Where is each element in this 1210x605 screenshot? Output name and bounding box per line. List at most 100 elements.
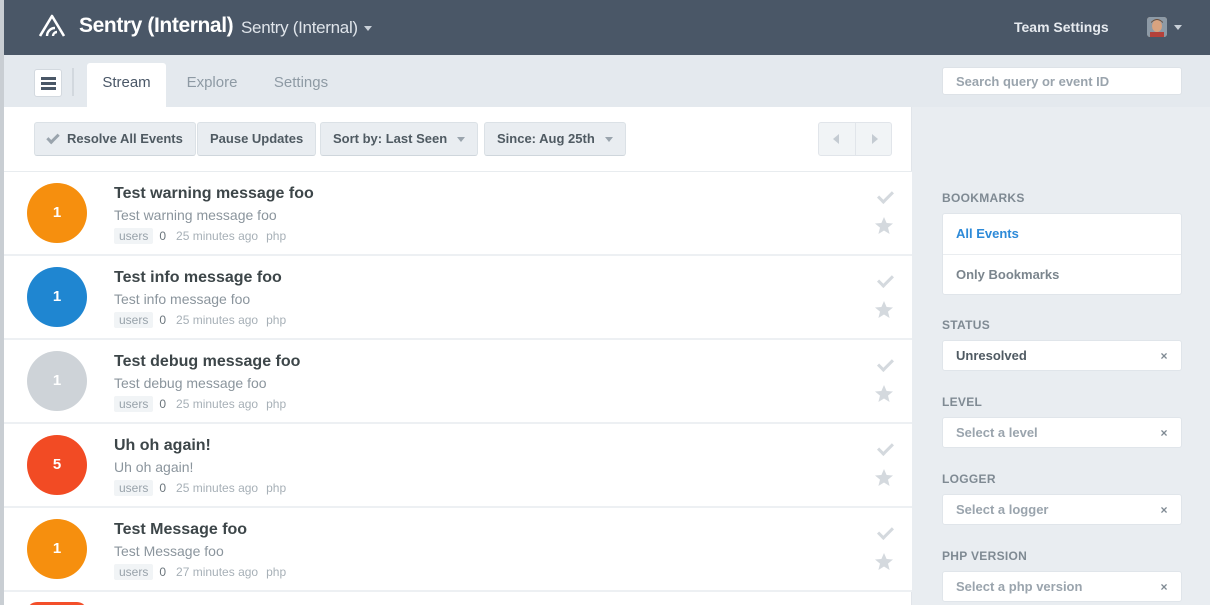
user-menu[interactable]	[1147, 17, 1187, 39]
event-message: Test warning message foo	[114, 207, 277, 223]
event-count-badge[interactable]: 5	[27, 435, 87, 495]
event-title[interactable]: Test debug message foo	[114, 353, 300, 371]
bookmark-star-icon[interactable]	[874, 552, 894, 572]
users-count: 0	[159, 481, 167, 495]
resolve-all-label: Resolve All Events	[67, 131, 183, 146]
checkmark-icon	[46, 130, 60, 145]
php-version-filter[interactable]: Select a php version ×	[942, 571, 1182, 602]
users-label: users	[114, 480, 154, 496]
bookmark-only-bookmarks[interactable]: Only Bookmarks	[943, 255, 1181, 295]
event-message: Test Message foo	[114, 543, 224, 559]
level-heading: LEVEL	[942, 395, 983, 409]
team-settings-link[interactable]: Team Settings	[1014, 19, 1109, 35]
logger-filter[interactable]: Select a logger ×	[942, 494, 1182, 525]
event-meta: users 0 25 minutes ago php	[114, 480, 286, 496]
bookmark-star-icon[interactable]	[874, 468, 894, 488]
hamburger-icon	[41, 82, 56, 85]
search-input[interactable]	[942, 67, 1182, 95]
previous-page-button[interactable]	[819, 123, 855, 155]
event-row[interactable]: 1 Test debug message foo Test debug mess…	[4, 340, 912, 424]
bookmark-star-icon[interactable]	[874, 216, 894, 236]
event-meta: users 0 25 minutes ago php	[114, 396, 286, 412]
org-switcher-label: Sentry (Internal)	[241, 18, 358, 37]
resolve-checkmark-icon[interactable]	[876, 190, 892, 206]
sentry-logo-icon[interactable]	[38, 14, 66, 38]
users-label: users	[114, 228, 154, 244]
status-heading: STATUS	[942, 318, 991, 332]
tab-settings[interactable]: Settings	[260, 63, 342, 107]
event-time: 25 minutes ago	[176, 481, 259, 495]
since-dropdown[interactable]: Since: Aug 25th	[484, 122, 626, 156]
bookmark-star-icon[interactable]	[874, 384, 894, 404]
top-header: Sentry (Internal) Sentry (Internal) Team…	[4, 0, 1210, 55]
logger-filter-placeholder: Select a logger	[956, 502, 1049, 517]
hamburger-icon	[41, 87, 56, 90]
event-time: 27 minutes ago	[176, 565, 259, 579]
clear-php-version-icon[interactable]: ×	[1157, 580, 1171, 594]
users-label: users	[114, 564, 154, 580]
bookmark-star-icon[interactable]	[874, 300, 894, 320]
event-count-badge[interactable]: 1	[27, 267, 87, 327]
php-version-heading: PHP VERSION	[942, 549, 1028, 563]
tab-stream[interactable]: Stream	[87, 63, 166, 107]
event-time: 25 minutes ago	[176, 397, 259, 411]
chevron-down-icon	[1174, 25, 1182, 30]
menu-toggle-button[interactable]	[34, 69, 62, 97]
users-count: 0	[159, 313, 167, 327]
event-count-badge[interactable]: 1	[27, 183, 87, 243]
event-row[interactable]: 5 Uh oh again! Uh oh again! users 0 25 min…	[4, 424, 912, 508]
event-platform: php	[266, 565, 287, 579]
event-row[interactable]: 1 Test Message foo Test Message foo user…	[4, 508, 912, 592]
event-time: 25 minutes ago	[176, 229, 259, 243]
users-count: 0	[159, 565, 167, 579]
chevron-down-icon	[363, 26, 372, 32]
org-switcher[interactable]: Sentry (Internal)	[241, 18, 372, 38]
status-filter-value: Unresolved	[956, 348, 1027, 363]
tab-explore[interactable]: Explore	[176, 63, 248, 107]
clear-level-icon[interactable]: ×	[1157, 426, 1171, 440]
event-message: Test info message foo	[114, 291, 251, 307]
event-title[interactable]: Test Message foo	[114, 521, 247, 539]
php-version-filter-placeholder: Select a php version	[956, 579, 1083, 594]
clear-logger-icon[interactable]: ×	[1157, 503, 1171, 517]
next-page-button[interactable]	[856, 123, 892, 155]
event-count-badge[interactable]: 1	[27, 519, 87, 579]
event-meta: users 0 25 minutes ago php	[114, 312, 286, 328]
sub-navigation: Stream Explore Settings	[4, 55, 912, 107]
resolve-checkmark-icon[interactable]	[876, 358, 892, 374]
event-time: 25 minutes ago	[176, 313, 259, 327]
resolve-checkmark-icon[interactable]	[876, 526, 892, 542]
event-row[interactable]: 1 Test warning message foo Test warning …	[4, 172, 912, 256]
event-meta: users 0 25 minutes ago php	[114, 228, 286, 244]
resolve-checkmark-icon[interactable]	[876, 442, 892, 458]
event-message: Uh oh again!	[114, 459, 194, 475]
resolve-all-button[interactable]: Resolve All Events	[34, 122, 196, 156]
pause-updates-button[interactable]: Pause Updates	[197, 122, 317, 156]
resolve-checkmark-icon[interactable]	[876, 274, 892, 290]
bookmark-all-events[interactable]: All Events	[943, 214, 1181, 254]
arrow-left-icon	[833, 134, 839, 144]
event-count-badge[interactable]: 1	[27, 351, 87, 411]
sort-label: Sort by: Last Seen	[333, 131, 448, 146]
event-platform: php	[266, 481, 287, 495]
hamburger-icon	[41, 77, 56, 80]
chevron-down-icon	[457, 137, 466, 143]
bookmarks-heading: BOOKMARKS	[942, 191, 1025, 205]
clear-status-icon[interactable]: ×	[1157, 349, 1171, 363]
sort-dropdown[interactable]: Sort by: Last Seen	[320, 122, 479, 156]
event-title[interactable]: Uh oh again!	[114, 437, 211, 455]
status-filter[interactable]: Unresolved ×	[942, 340, 1182, 371]
event-row[interactable]: 1 Test info message foo Test info messag…	[4, 256, 912, 340]
event-platform: php	[266, 397, 287, 411]
arrow-right-icon	[872, 134, 878, 144]
brand-title[interactable]: Sentry (Internal)	[79, 14, 234, 38]
event-title[interactable]: Test warning message foo	[114, 185, 314, 203]
event-platform: php	[266, 313, 287, 327]
level-filter[interactable]: Select a level ×	[942, 417, 1182, 448]
nav-divider	[72, 68, 74, 96]
event-title[interactable]: Test info message foo	[114, 269, 282, 287]
pagination	[818, 122, 892, 156]
bookmarks-list: All Events Only Bookmarks	[942, 213, 1182, 295]
event-message: Test debug message foo	[114, 375, 267, 391]
event-meta: users 0 27 minutes ago php	[114, 564, 286, 580]
